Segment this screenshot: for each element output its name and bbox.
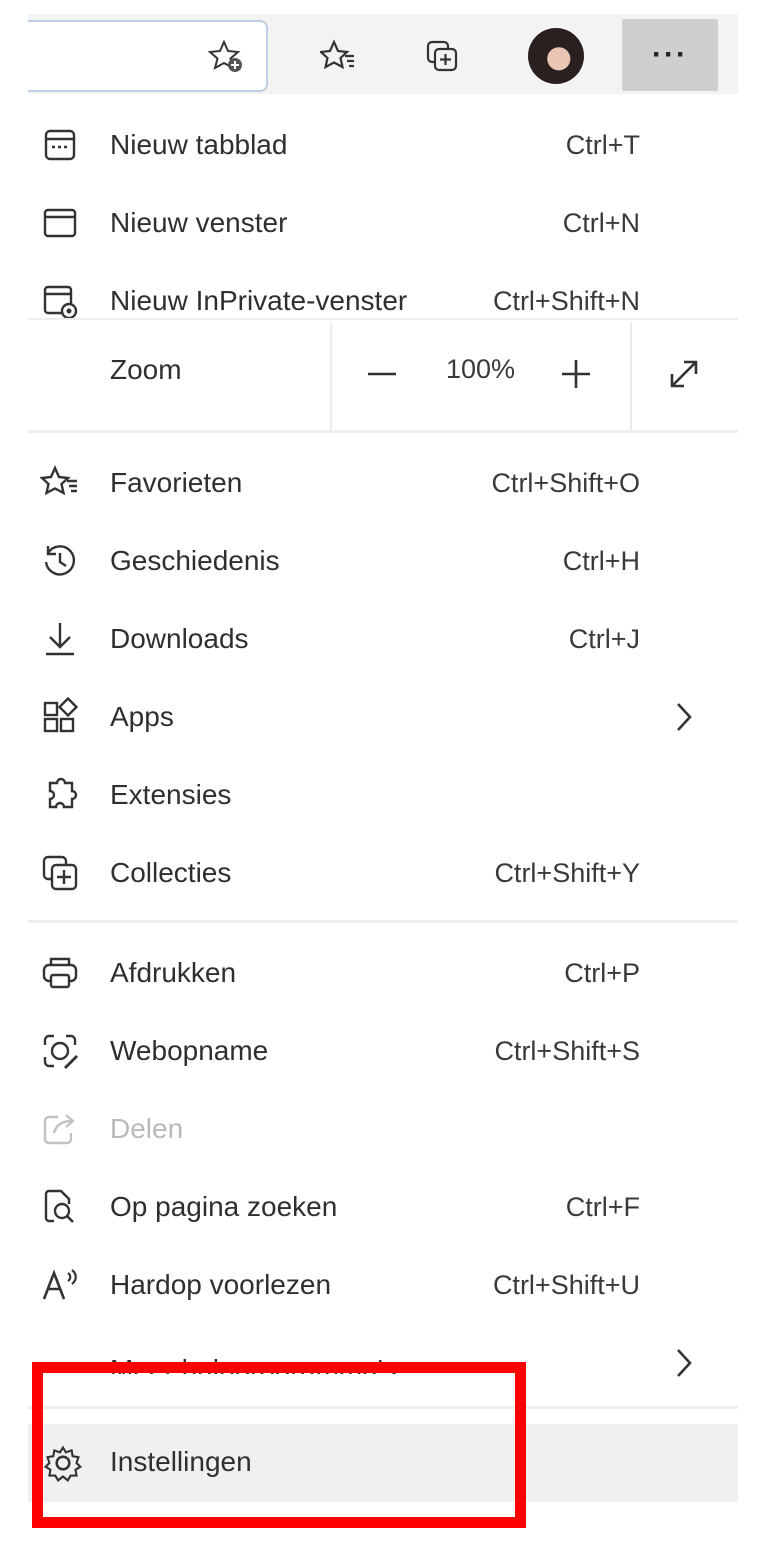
chevron-right-icon (677, 703, 692, 731)
menu-item-label: Afdrukken (110, 957, 237, 988)
menu-item-shortcut: Ctrl+J (568, 623, 640, 654)
menu-item-label: Geschiedenis (110, 545, 280, 576)
minus-icon (368, 372, 396, 376)
more-options-icon: ··· (652, 38, 688, 71)
download-icon (38, 617, 82, 661)
zoom-divider (630, 322, 632, 430)
extensions-icon (38, 773, 82, 817)
new-window-icon (38, 201, 82, 245)
print-icon (38, 951, 82, 995)
fullscreen-button[interactable] (654, 344, 714, 404)
menu-item-label: Op pagina zoeken (110, 1191, 338, 1222)
menu-item-label: Nieuw venster (110, 207, 288, 238)
menu-item-label: Apps (110, 701, 174, 732)
menu-item-new-window[interactable]: Nieuw venster Ctrl+N (28, 186, 738, 260)
menu-item-shortcut: Ctrl+P (564, 957, 640, 988)
favorites-icon (320, 39, 354, 70)
browser-toolbar: ··· (28, 14, 738, 94)
menu-item-extensions[interactable]: Extensies (28, 758, 738, 832)
address-bar[interactable] (28, 20, 268, 92)
menu-item-favorites[interactable]: Favorieten Ctrl+Shift+O (28, 446, 738, 520)
favorites-button[interactable] (306, 24, 370, 88)
fullscreen-icon (670, 360, 698, 388)
plus-icon (562, 360, 590, 388)
menu-item-shortcut: Ctrl+N (562, 207, 640, 238)
inprivate-window-icon (38, 279, 82, 323)
menu-item-settings[interactable]: Instellingen (28, 1424, 738, 1502)
zoom-row: Zoom 100% (28, 320, 738, 430)
menu-item-web-capture[interactable]: Webopname Ctrl+Shift+S (28, 1014, 738, 1088)
menu-item-label: Instellingen (110, 1446, 252, 1477)
browser-menu: Nieuw tabblad Ctrl+T Nieuw venster Ctrl+… (28, 94, 738, 1504)
collections-icon (426, 40, 458, 72)
menu-item-shortcut: Ctrl+H (562, 545, 640, 576)
menu-item-label: Favorieten (110, 467, 243, 498)
profile-avatar (528, 28, 584, 84)
collections-icon (38, 851, 82, 895)
favorite-add-icon[interactable] (207, 38, 244, 74)
menu-item-shortcut: Ctrl+Shift+Y (494, 857, 640, 888)
menu-divider (28, 920, 738, 923)
zoom-value: 100% (446, 354, 516, 384)
menu-item-read-aloud[interactable]: Hardop voorlezen Ctrl+Shift+U (28, 1248, 738, 1322)
new-tab-icon (38, 123, 82, 167)
menu-item-print[interactable]: Afdrukken Ctrl+P (28, 936, 738, 1010)
menu-item-label: Extensies (110, 779, 232, 810)
menu-item-more-tools[interactable]: Meer hulpprogramma's (28, 1326, 738, 1400)
collections-button[interactable] (410, 24, 474, 88)
zoom-divider (330, 322, 332, 430)
menu-item-history[interactable]: Geschiedenis Ctrl+H (28, 524, 738, 598)
menu-item-label: Meer hulpprogramma's (110, 1354, 398, 1374)
menu-divider (28, 430, 738, 433)
menu-item-apps[interactable]: Apps (28, 680, 738, 754)
menu-item-label: Hardop voorlezen (110, 1269, 332, 1300)
menu-item-shortcut: Ctrl+F (565, 1191, 640, 1222)
menu-item-label: Webopname (110, 1035, 269, 1066)
menu-item-downloads[interactable]: Downloads Ctrl+J (28, 602, 738, 676)
apps-icon (38, 695, 82, 739)
favorites-icon (38, 461, 82, 505)
menu-item-shortcut: Ctrl+Shift+O (491, 467, 640, 498)
menu-item-label: Collecties (110, 857, 232, 888)
zoom-label: Zoom (110, 354, 182, 385)
menu-item-new-tab[interactable]: Nieuw tabblad Ctrl+T (28, 108, 738, 182)
menu-item-label: Nieuw tabblad (110, 129, 288, 160)
menu-divider (28, 1406, 738, 1409)
menu-item-label: Nieuw InPrivate-venster (110, 285, 408, 316)
menu-item-label: Downloads (110, 623, 249, 654)
more-options-button[interactable]: ··· (622, 19, 718, 91)
menu-item-find-on-page[interactable]: Op pagina zoeken Ctrl+F (28, 1170, 738, 1244)
menu-item-shortcut: Ctrl+Shift+N (492, 285, 640, 316)
profile-button[interactable] (524, 24, 588, 88)
menu-item-shortcut: Ctrl+Shift+S (494, 1035, 640, 1066)
share-icon (38, 1107, 82, 1151)
menu-item-shortcut: Ctrl+T (565, 129, 640, 160)
zoom-out-button[interactable] (352, 344, 412, 404)
read-aloud-icon (38, 1263, 82, 1307)
gear-icon (43, 1445, 83, 1482)
web-capture-icon (38, 1029, 82, 1073)
menu-item-label: Delen (110, 1113, 184, 1144)
zoom-in-button[interactable] (546, 344, 606, 404)
menu-item-shortcut: Ctrl+Shift+U (492, 1269, 640, 1300)
history-icon (38, 539, 82, 583)
find-on-page-icon (38, 1185, 82, 1229)
menu-item-collections[interactable]: Collecties Ctrl+Shift+Y (28, 836, 738, 910)
menu-item-share: Delen (28, 1092, 738, 1166)
chevron-right-icon (677, 1349, 692, 1377)
